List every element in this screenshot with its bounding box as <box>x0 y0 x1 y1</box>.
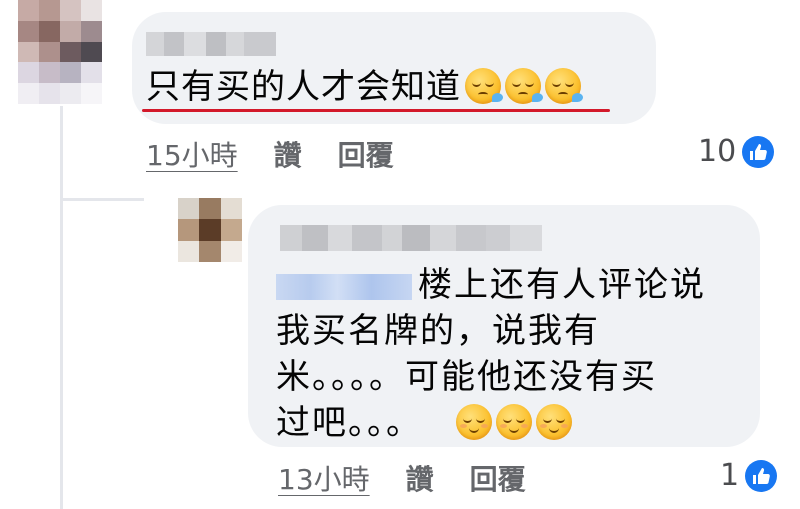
thread-line <box>60 106 63 509</box>
reply-branch-line <box>60 198 144 201</box>
avatar[interactable] <box>178 198 242 262</box>
mention-tag-blurred[interactable] <box>276 273 412 300</box>
reaction-summary[interactable]: 1 <box>720 458 778 493</box>
highlight-underline <box>142 109 610 112</box>
avatar[interactable] <box>18 0 102 104</box>
sleepy-face-icon <box>545 68 583 104</box>
sleepy-face-icon <box>465 68 503 104</box>
timestamp-link[interactable]: 15小時 <box>146 134 238 174</box>
reaction-count: 10 <box>698 134 737 169</box>
like-button[interactable]: 讚 <box>274 134 302 174</box>
comment-text-content: 只有买的人才会知道 <box>146 67 461 107</box>
thumbs-up-icon <box>742 135 775 168</box>
reply-button[interactable]: 回覆 <box>470 458 526 498</box>
author-name-blurred[interactable] <box>146 32 276 56</box>
reply-button[interactable]: 回覆 <box>338 134 394 174</box>
comment-line: 米。。。。可能他还没有买 <box>276 357 657 397</box>
reaction-summary[interactable]: 10 <box>698 134 775 169</box>
comment-meta: 15小時 讚 回覆 <box>146 134 394 174</box>
relieved-face-icon <box>456 404 492 440</box>
comment-line: 楼上还有人评论说 <box>418 265 706 305</box>
timestamp-link[interactable]: 13小時 <box>278 458 370 498</box>
comment-meta: 13小時 讚 回覆 <box>278 458 526 498</box>
thumbs-up-icon <box>745 459 778 492</box>
sleepy-face-icon <box>505 68 543 104</box>
comment-line: 过吧。。。 <box>276 403 422 443</box>
comment-text: 只有买的人才会知道 <box>146 66 583 108</box>
relieved-face-icon <box>496 404 532 440</box>
author-name-blurred[interactable] <box>280 225 542 251</box>
reaction-count: 1 <box>720 458 740 493</box>
relieved-face-icon <box>536 404 572 440</box>
comment-text: 楼上还有人评论说 我买名牌的，说我有 米。。。。可能他还没有买 过吧。。。 <box>276 262 746 446</box>
like-button[interactable]: 讚 <box>406 458 434 498</box>
comment-line: 我买名牌的，说我有 <box>276 311 600 351</box>
